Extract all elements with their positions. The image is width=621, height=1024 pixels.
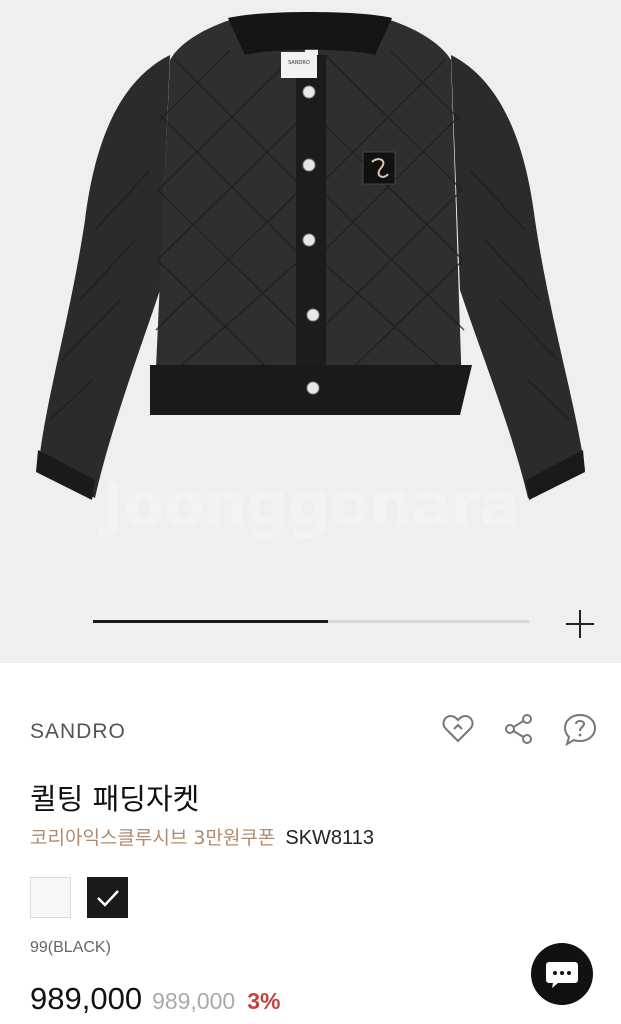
product-actions <box>440 711 600 747</box>
product-title: 퀼팅 패딩자켓 <box>30 782 200 816</box>
watermark: Joonggonara <box>102 470 520 540</box>
product-subline: 코리아익스클루시브 3만원쿠폰 SKW8113 <box>30 823 374 850</box>
chat-button[interactable] <box>531 943 593 1005</box>
promo-text[interactable]: 코리아익스클루시브 3만원쿠폰 <box>30 827 275 849</box>
share-icon[interactable] <box>501 711 537 747</box>
jacket-label: SANDRO <box>288 60 310 66</box>
brand-name[interactable]: SANDRO <box>30 720 126 744</box>
heart-icon[interactable] <box>440 711 476 747</box>
selected-color-name: 99(BLACK) <box>30 939 111 956</box>
product-info: SANDRO 퀼팅 패딩자켓 코리아익스클루시브 3만원쿠폰 SKW8113 99… <box>0 663 621 1024</box>
plus-icon[interactable] <box>562 606 598 642</box>
original-price: 989,000 <box>152 988 236 1014</box>
product-code: SKW8113 <box>285 827 374 849</box>
price: 989,000 <box>30 981 143 1016</box>
check-icon <box>97 890 119 907</box>
question-bubble-icon[interactable] <box>562 711 598 747</box>
color-swatch-white[interactable] <box>30 877 71 918</box>
product-image-gallery[interactable]: SANDRO Joonggonara <box>0 0 621 663</box>
slide-progress-fill <box>93 620 329 623</box>
chat-bubble-icon <box>546 962 578 988</box>
color-swatch-black[interactable] <box>87 877 128 918</box>
price-row: 989,000 989,000 3% <box>30 981 280 1017</box>
slide-progress-bar <box>93 620 529 623</box>
discount-rate: 3% <box>247 988 281 1014</box>
